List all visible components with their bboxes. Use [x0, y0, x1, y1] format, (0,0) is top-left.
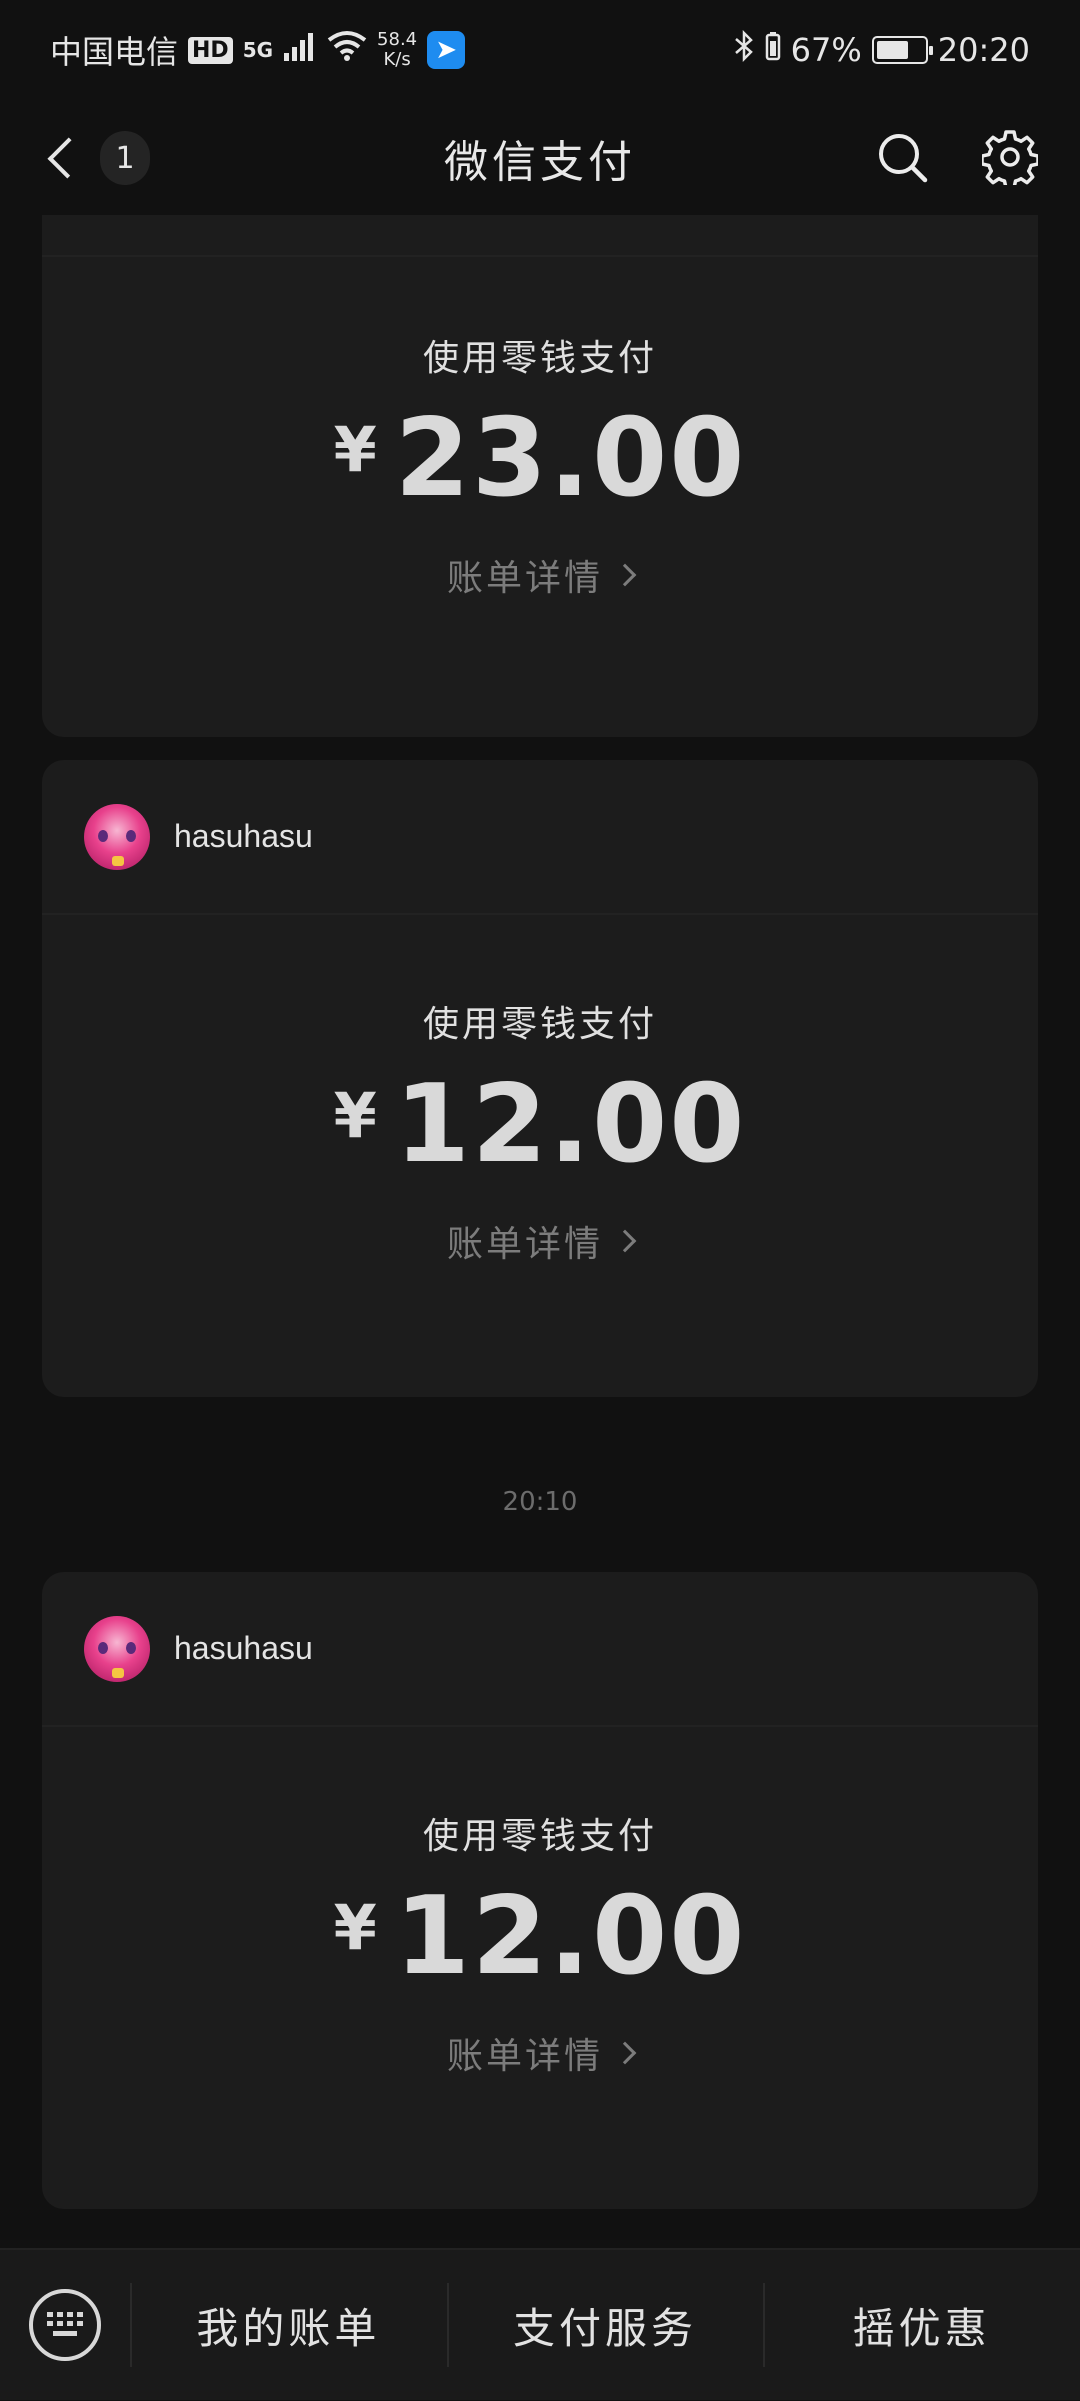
card-header: hasuhasu — [42, 760, 1038, 915]
amount-value: 12.00 — [394, 1874, 747, 1999]
phone-battery-icon — [765, 31, 781, 69]
bill-details-link[interactable]: 账单详情 — [446, 1215, 637, 1267]
bill-details-link[interactable]: 账单详情 — [446, 2027, 637, 2079]
bluetooth-icon — [733, 29, 755, 70]
bill-details-link[interactable]: 账单详情 — [446, 549, 637, 601]
pay-method: 使用零钱支付 — [422, 1816, 657, 1857]
bill-details-label: 账单详情 — [446, 558, 603, 599]
card-body: 使用零钱支付 ¥ 12.00 账单详情 — [42, 915, 1038, 1267]
currency-symbol: ¥ — [333, 413, 377, 486]
net-speed-unit: K/s — [383, 49, 411, 70]
pay-method: 使用零钱支付 — [422, 338, 657, 379]
amount-value: 23.00 — [394, 396, 747, 521]
battery-percent: 67% — [790, 31, 862, 69]
net-speed: 58.4 K/s — [377, 30, 417, 70]
status-right: 67% 20:20 — [733, 29, 1030, 70]
back-arrow-icon — [47, 137, 89, 179]
nav-bar: 1 微信支付 — [0, 100, 1080, 215]
keyboard-toggle-button[interactable] — [0, 2249, 130, 2401]
net-speed-value: 58.4 — [377, 29, 418, 50]
avatar[interactable] — [84, 803, 150, 870]
status-bar: 中国电信 HD 5G 58.4 K/s ➤ 67% 20:20 — [0, 0, 1080, 100]
payer-name: hasuhasu — [174, 818, 313, 854]
card-body: 使用零钱支付 ¥ 12.00 账单详情 — [42, 1727, 1038, 2079]
nav-actions — [872, 127, 1040, 187]
battery-icon — [871, 36, 933, 64]
network-type: 5G — [242, 38, 274, 62]
unread-count-badge: 1 — [100, 131, 150, 185]
status-left: 中国电信 HD 5G 58.4 K/s ➤ — [50, 27, 466, 73]
notification-app-icon: ➤ — [427, 31, 466, 69]
payment-amount: ¥ 12.00 — [334, 1065, 747, 1185]
transaction-card[interactable]: 使用零钱支付 ¥ 23.00 账单详情 — [42, 215, 1038, 737]
battery-level — [876, 41, 908, 59]
wifi-icon — [327, 30, 367, 70]
amount-value: 12.00 — [394, 1062, 747, 1187]
search-icon[interactable] — [872, 127, 932, 187]
carrier-name: 中国电信 — [50, 33, 179, 71]
payment-amount: ¥ 23.00 — [334, 399, 747, 519]
pay-method: 使用零钱支付 — [422, 1004, 657, 1045]
time-separator: 20:10 — [502, 1487, 578, 1517]
bill-details-label: 账单详情 — [446, 1224, 603, 1265]
bill-details-label: 账单详情 — [446, 2036, 603, 2077]
gear-icon[interactable] — [980, 127, 1040, 187]
menu-shake-deals[interactable]: 摇优惠 — [763, 2249, 1080, 2401]
signal-icon — [283, 31, 317, 69]
bottom-menu-bar: 我的账单 支付服务 摇优惠 — [0, 2248, 1080, 2400]
keyboard-icon — [29, 2289, 101, 2361]
hd-badge: HD — [188, 36, 233, 64]
page-title: 微信支付 — [444, 136, 636, 188]
payment-amount: ¥ 12.00 — [334, 1877, 747, 1997]
transaction-feed[interactable]: 使用零钱支付 ¥ 23.00 账单详情 hasuhasu 使用零钱支付 ¥ 12… — [0, 215, 1080, 2245]
card-header-clipped — [42, 215, 1038, 257]
payer-name: hasuhasu — [174, 1630, 313, 1666]
currency-symbol: ¥ — [333, 1079, 377, 1152]
back-button[interactable]: 1 — [40, 122, 150, 194]
currency-symbol: ¥ — [333, 1891, 377, 1964]
card-body: 使用零钱支付 ¥ 23.00 账单详情 — [42, 257, 1038, 601]
card-header: hasuhasu — [42, 1572, 1038, 1727]
chevron-right-icon — [613, 563, 637, 587]
transaction-card[interactable]: hasuhasu 使用零钱支付 ¥ 12.00 账单详情 — [42, 1572, 1038, 2209]
chevron-right-icon — [613, 1229, 637, 1253]
clock: 20:20 — [937, 31, 1030, 69]
menu-payment-services[interactable]: 支付服务 — [446, 2249, 764, 2401]
avatar[interactable] — [84, 1615, 150, 1682]
chevron-right-icon — [613, 2041, 637, 2065]
menu-my-bills[interactable]: 我的账单 — [130, 2249, 447, 2401]
transaction-card[interactable]: hasuhasu 使用零钱支付 ¥ 12.00 账单详情 — [42, 760, 1038, 1397]
